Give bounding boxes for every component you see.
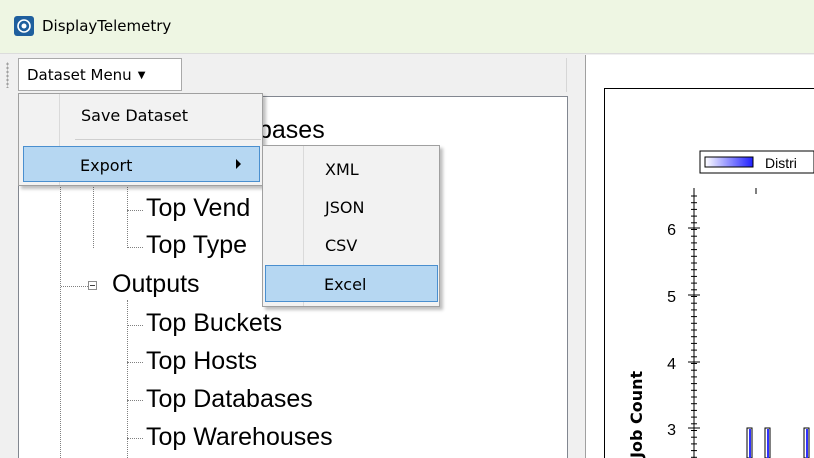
dataset-menu-button[interactable]: Dataset Menu ▼: [18, 58, 182, 91]
tree-connector: [127, 210, 143, 211]
dataset-menu-label: Dataset Menu: [27, 66, 132, 84]
title-bar: DisplayTelemetry: [0, 0, 814, 54]
chevron-right-icon: [236, 159, 241, 169]
tree-connector: [61, 286, 88, 287]
y-tick-label: 6: [667, 222, 676, 239]
y-axis-label: Job Count: [627, 371, 646, 458]
y-tick-label: 3: [667, 422, 676, 439]
bar-fill: [749, 429, 751, 458]
tree-connector: [127, 400, 143, 401]
tree-connector: [93, 180, 94, 248]
toolbar-divider: [566, 58, 567, 92]
tree-item-top-vendors[interactable]: Top Vend: [146, 193, 250, 223]
menu-separator: [75, 139, 261, 140]
export-xml-menu-item[interactable]: XML: [265, 152, 437, 186]
bar-fill: [806, 429, 808, 458]
app-icon: [14, 16, 34, 36]
tree-connector: [127, 362, 143, 363]
tree-item-top-buckets[interactable]: Top Buckets: [146, 308, 282, 338]
bar-fill: [767, 429, 769, 458]
tree-connector: [127, 438, 143, 439]
tree-item-top-types[interactable]: Top Type: [146, 230, 247, 260]
legend-swatch: [704, 156, 754, 168]
dataset-menu-dropdown: Save Dataset Export: [18, 93, 263, 186]
y-tick-label: 4: [667, 356, 676, 373]
chart-legend: Distri: [699, 150, 814, 174]
tree-item-outputs[interactable]: Outputs: [112, 269, 200, 299]
tree-item-top-warehouses[interactable]: Top Warehouses: [146, 422, 333, 452]
toolbar-grip[interactable]: [6, 62, 9, 88]
export-excel-menu-item[interactable]: Excel: [265, 265, 438, 302]
window-title: DisplayTelemetry: [42, 17, 172, 35]
job-count-chart: Distri 6 5 4 3 Job Count: [627, 150, 814, 458]
chevron-down-icon: ▼: [137, 70, 146, 81]
export-json-menu-item[interactable]: JSON: [265, 190, 437, 224]
y-tick-label: 5: [667, 289, 676, 306]
tree-item-top-hosts[interactable]: Top Hosts: [146, 346, 257, 376]
export-submenu: XML JSON CSV Excel: [262, 145, 440, 307]
collapse-icon[interactable]: [88, 281, 97, 290]
tree-item-databases[interactable]: bases: [258, 115, 325, 145]
tree-connector: [127, 247, 143, 248]
legend-label: Distri: [765, 155, 797, 171]
tree-item-top-databases[interactable]: Top Databases: [146, 384, 313, 414]
export-menu-item[interactable]: Export: [23, 146, 260, 182]
save-dataset-menu-item[interactable]: Save Dataset: [21, 98, 260, 132]
tree-connector: [127, 325, 143, 326]
tree-connector: [127, 180, 128, 248]
tree-connector: [127, 300, 128, 458]
export-csv-menu-item[interactable]: CSV: [265, 228, 437, 262]
